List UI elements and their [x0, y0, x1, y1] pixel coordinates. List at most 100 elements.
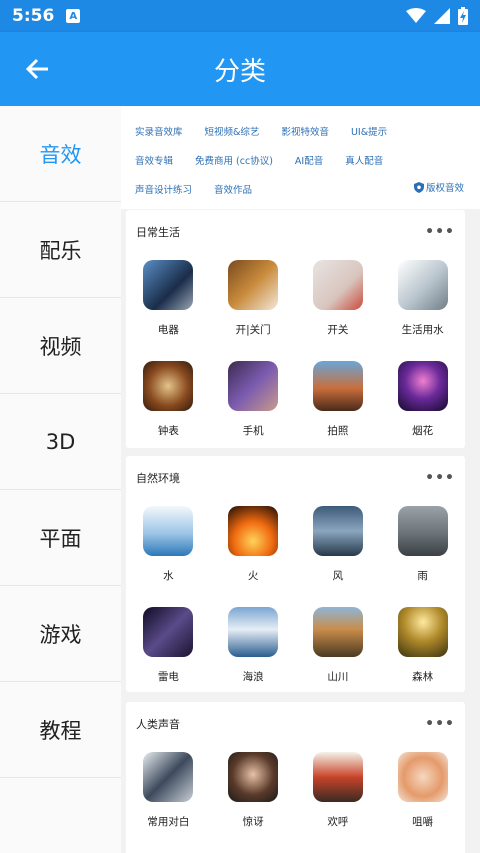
tag-link[interactable]: 免费商用 (cc协议): [195, 153, 273, 167]
category-item[interactable]: 雨: [380, 500, 465, 601]
sidebar-item-label: 3D: [45, 429, 76, 454]
category-label: 雷电: [157, 671, 179, 683]
category-item[interactable]: 常用对白: [126, 746, 211, 847]
sidebar-item-label: 平面: [39, 526, 82, 551]
category-label: 常用对白: [147, 816, 190, 828]
appliance-thumbnail: [143, 260, 194, 310]
notification-icon: A: [66, 9, 81, 23]
category-item[interactable]: 生活用水: [380, 254, 465, 355]
sidebar-item-graphic[interactable]: 平面: [0, 490, 121, 586]
wave-thumbnail: [228, 607, 279, 657]
sidebar-item-label: 配乐: [39, 238, 82, 263]
category-label: 森林: [412, 671, 434, 683]
category-label: 水: [163, 570, 174, 582]
sidebar-item-label: 视频: [39, 334, 82, 359]
section-title: 日常生活: [136, 226, 180, 239]
category-grid: 常用对白 惊讶 欢呼 咀嚼: [126, 746, 465, 847]
sidebar-item-label: 音效: [39, 142, 82, 167]
status-bar: 5:56 A: [0, 0, 480, 32]
section-title: 人类声音: [136, 718, 180, 731]
category-label: 雨: [417, 570, 428, 582]
water-tap-thumbnail: [397, 260, 448, 310]
category-item[interactable]: 风: [296, 500, 381, 601]
sidebar-item-sound-effects[interactable]: 音效: [0, 106, 121, 202]
category-item[interactable]: 开关: [296, 254, 381, 355]
forest-thumbnail: [397, 607, 448, 657]
cheer-thumbnail: [312, 752, 363, 802]
tag-link[interactable]: 声音设计练习: [135, 182, 192, 196]
tag-row: 实录音效库 短视频&综艺 影视特效音 UI&提示: [135, 116, 470, 145]
tag-link[interactable]: 影视特效音: [281, 124, 329, 138]
tag-row: 音效专辑 免费商用 (cc协议) AI配音 真人配音: [135, 145, 470, 174]
category-item[interactable]: 手机: [211, 355, 296, 456]
category-item[interactable]: 山川: [296, 601, 381, 702]
battery-icon: [458, 7, 468, 25]
thunder-thumbnail: [143, 607, 194, 657]
sidebar-item-video[interactable]: 视频: [0, 298, 121, 394]
dialogue-thumbnail: [143, 752, 194, 802]
category-label: 惊讶: [242, 816, 264, 828]
more-button[interactable]: •••: [425, 470, 455, 486]
tag-link[interactable]: 短视频&综艺: [205, 124, 260, 138]
door-thumbnail: [228, 260, 279, 310]
section-nature: 自然环境 ••• 水 火 风 雨 雷电 海浪 山川 森林: [126, 456, 465, 692]
sidebar-item-3d[interactable]: 3D: [0, 394, 121, 490]
category-item[interactable]: 雷电: [126, 601, 211, 702]
category-label: 生活用水: [401, 324, 444, 336]
wifi-icon: [406, 8, 426, 23]
tag-link[interactable]: AI配音: [295, 153, 323, 167]
more-button[interactable]: •••: [425, 224, 455, 240]
category-item[interactable]: 电器: [126, 254, 211, 355]
wind-thumbnail: [312, 506, 363, 556]
camera-thumbnail: [312, 361, 363, 411]
sidebar-item-label: 游戏: [39, 622, 82, 647]
status-icons: [406, 7, 468, 25]
category-label: 火: [247, 570, 259, 582]
sidebar-item-music[interactable]: 配乐: [0, 202, 121, 298]
page-title: 分类: [213, 56, 266, 87]
category-item[interactable]: 拍照: [296, 355, 381, 456]
category-label: 烟花: [412, 425, 434, 437]
section-header: 日常生活 •••: [126, 210, 465, 254]
category-label: 拍照: [327, 425, 349, 437]
switch-thumbnail: [312, 260, 363, 310]
tag-link[interactable]: 真人配音: [345, 153, 383, 167]
sidebar-item-game[interactable]: 游戏: [0, 586, 121, 682]
category-item[interactable]: 钟表: [126, 355, 211, 456]
category-label: 钟表: [157, 425, 179, 437]
category-label: 开关: [327, 324, 349, 336]
category-grid: 电器 开|关门 开关 生活用水 钟表 手机 拍照 烟花: [126, 254, 465, 456]
category-item[interactable]: 开|关门: [211, 254, 296, 355]
category-label: 风: [332, 570, 344, 582]
back-button[interactable]: [14, 46, 60, 92]
signal-icon: [434, 8, 450, 24]
sidebar-item-tutorial[interactable]: 教程: [0, 682, 121, 778]
category-label: 欢呼: [327, 816, 349, 828]
category-item[interactable]: 水: [126, 500, 211, 601]
category-sidebar: 音效 配乐 视频 3D 平面 游戏 教程: [0, 106, 121, 853]
shield-icon: [413, 181, 424, 193]
category-item[interactable]: 欢呼: [296, 746, 381, 847]
rain-thumbnail: [397, 506, 448, 556]
tag-link[interactable]: 音效作品: [214, 182, 252, 196]
copyright-tag[interactable]: 版权音效: [413, 180, 464, 194]
category-item[interactable]: 海浪: [211, 601, 296, 702]
category-item[interactable]: 惊讶: [211, 746, 296, 847]
tag-link[interactable]: 音效专辑: [135, 153, 173, 167]
tag-link[interactable]: UI&提示: [351, 124, 387, 138]
category-label: 电器: [157, 324, 179, 336]
category-item[interactable]: 咀嚼: [380, 746, 465, 847]
tag-link[interactable]: 实录音效库: [135, 124, 183, 138]
chewing-thumbnail: [397, 752, 448, 802]
category-item[interactable]: 火: [211, 500, 296, 601]
section-header: 人类声音 •••: [126, 702, 465, 746]
phone-thumbnail: [228, 361, 279, 411]
category-label: 咀嚼: [412, 816, 434, 828]
category-item[interactable]: 森林: [380, 601, 465, 702]
status-time: 5:56: [12, 6, 55, 26]
section-daily-life: 日常生活 ••• 电器 开|关门 开关 生活用水 钟表 手机 拍照 烟花: [126, 210, 465, 448]
category-grid: 水 火 风 雨 雷电 海浪 山川 森林: [126, 500, 465, 702]
category-item[interactable]: 烟花: [380, 355, 465, 456]
fireworks-thumbnail: [397, 361, 448, 411]
more-button[interactable]: •••: [425, 716, 455, 732]
